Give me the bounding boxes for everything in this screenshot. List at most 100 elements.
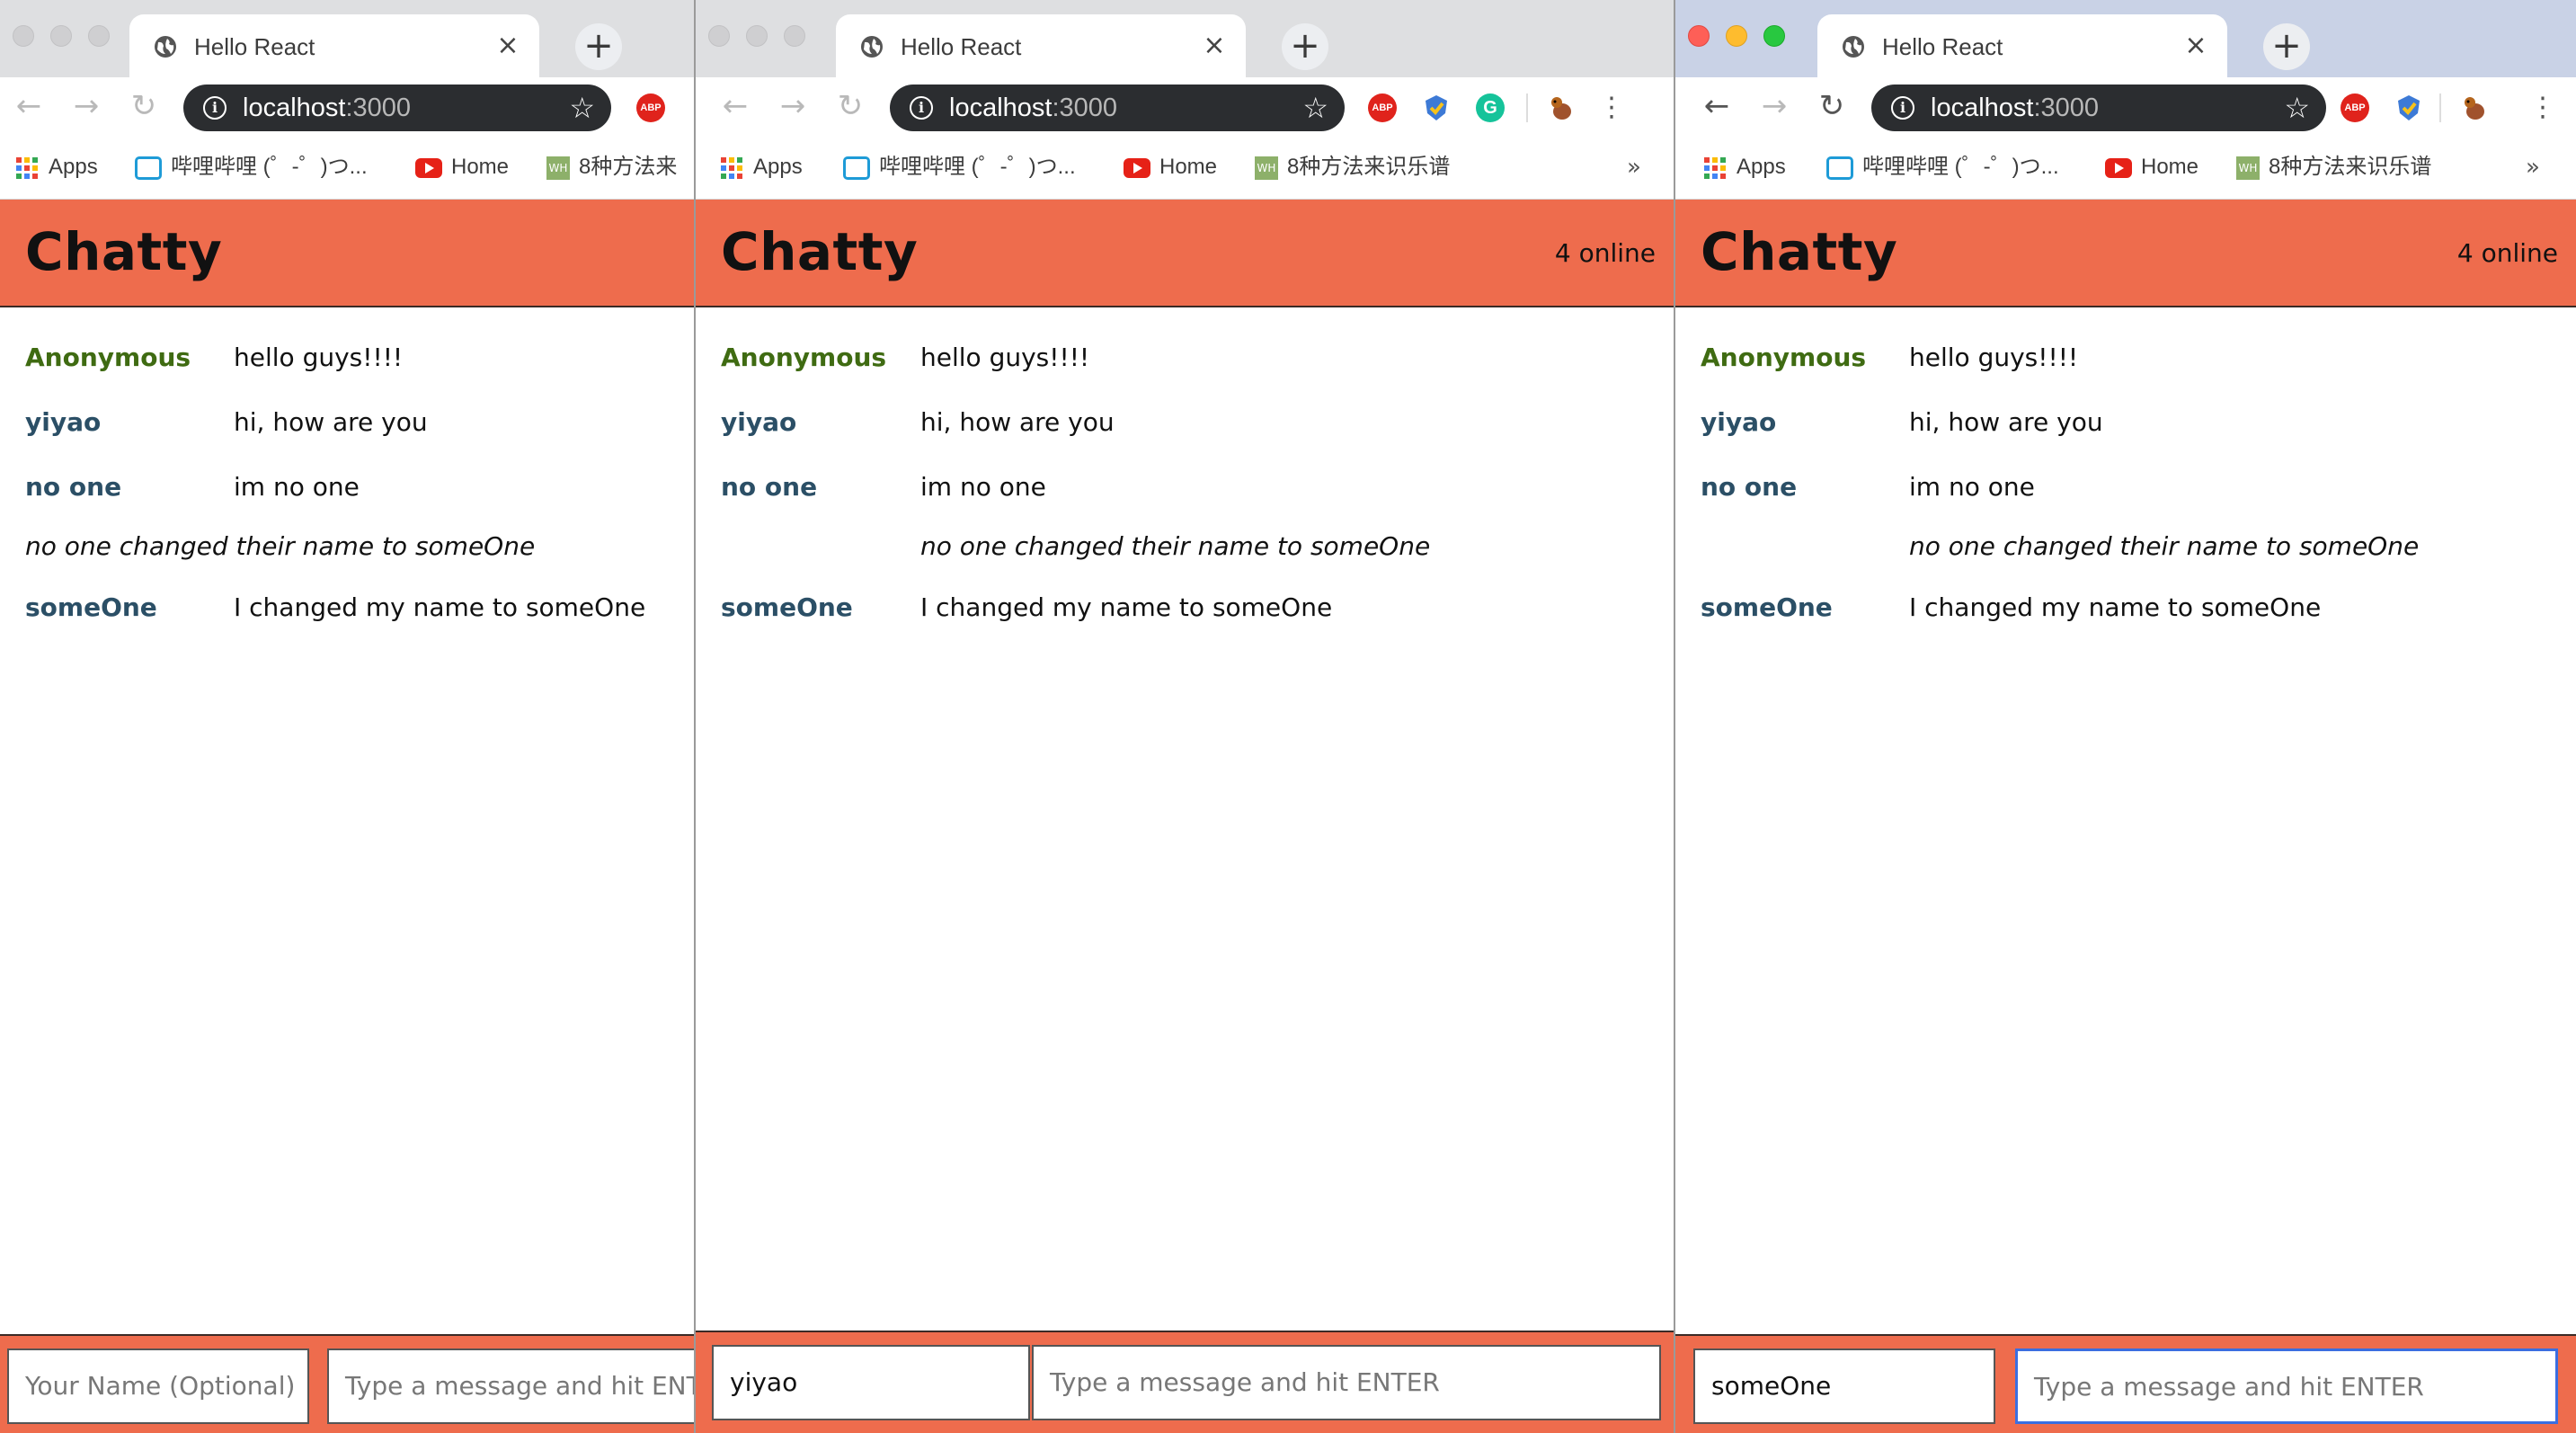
- bookmark-home[interactable]: Home: [1124, 149, 1217, 185]
- chevron-double-right-icon[interactable]: »: [1627, 149, 1641, 185]
- close-icon[interactable]: ×: [493, 31, 523, 61]
- star-icon[interactable]: ☆: [2284, 90, 2310, 126]
- bookmark-sheet-music[interactable]: WH 8种方法来: [546, 149, 677, 185]
- shield-check-icon[interactable]: [2394, 93, 2423, 122]
- back-arrow-icon[interactable]: ←: [9, 86, 49, 126]
- bookmark-home[interactable]: Home: [415, 149, 509, 185]
- address-bar[interactable]: i localhost:3000 ☆: [890, 85, 1345, 131]
- window-minimize-button[interactable]: [50, 25, 72, 47]
- window-controls: [708, 25, 805, 47]
- chevron-double-right-icon[interactable]: »: [2526, 149, 2540, 185]
- forward-arrow-icon[interactable]: →: [773, 86, 813, 126]
- window-minimize-button[interactable]: [1726, 25, 1747, 47]
- message: someOne I changed my name to someOne: [1675, 584, 2576, 649]
- browser-toolbar: ← → ↻ i localhost:3000 ☆ ABP G ⋮: [696, 77, 1674, 137]
- window-zoom-button[interactable]: [784, 25, 805, 47]
- window-zoom-button[interactable]: [1763, 25, 1785, 47]
- bookmark-apps[interactable]: Apps: [721, 149, 803, 185]
- window-zoom-button[interactable]: [88, 25, 110, 47]
- message-content: im no one: [234, 472, 360, 502]
- tab-strip: Hello React × +: [0, 0, 694, 77]
- tab-hello-react[interactable]: Hello React ×: [129, 14, 539, 77]
- bilibili-icon: [1826, 156, 1853, 180]
- bookmark-sheet-music[interactable]: WH 8种方法来识乐谱: [1255, 149, 1450, 185]
- shield-check-icon[interactable]: [1422, 93, 1451, 122]
- notification-content: no one changed their name to someOne: [25, 531, 536, 561]
- online-count: 4 online: [1554, 238, 1656, 268]
- reload-icon[interactable]: ↻: [1812, 86, 1852, 126]
- tab-hello-react[interactable]: Hello React ×: [836, 14, 1246, 77]
- kebab-menu-icon[interactable]: ⋮: [2529, 90, 2556, 126]
- username-input[interactable]: Your Name (Optional): [7, 1348, 309, 1424]
- app-navbar: Chatty: [0, 200, 694, 307]
- browser-window-3: Hello React × + ← → ↻ i localhost:3000 ☆…: [1675, 0, 2576, 1433]
- back-arrow-icon[interactable]: ←: [715, 86, 755, 126]
- kebab-menu-icon[interactable]: ⋮: [1598, 90, 1625, 126]
- message-username: yiyao: [1701, 407, 1777, 437]
- address-bar[interactable]: i localhost:3000 ☆: [1871, 85, 2326, 131]
- window-controls: [1688, 25, 1785, 47]
- message: someOne I changed my name to someOne: [696, 584, 1674, 649]
- squirrel-extension-icon[interactable]: [2459, 93, 2488, 122]
- bookmark-bilibili[interactable]: 哔哩哔哩 (゜-゜)つ...: [135, 149, 368, 185]
- bookmark-sheet-music[interactable]: WH 8种方法来识乐谱: [2236, 149, 2431, 185]
- star-icon[interactable]: ☆: [1302, 90, 1328, 126]
- grammarly-icon[interactable]: G: [1476, 93, 1505, 122]
- window-close-button[interactable]: [1688, 25, 1710, 47]
- reload-icon[interactable]: ↻: [124, 86, 164, 126]
- wikihow-icon: WH: [2236, 156, 2260, 180]
- reload-icon[interactable]: ↻: [831, 86, 870, 126]
- message-username: Anonymous: [25, 343, 191, 372]
- message-username: no one: [721, 472, 818, 502]
- bookmarks-bar: Apps 哔哩哔哩 (゜-゜)つ... Home WH 8种方法来识乐谱 »: [1675, 137, 2576, 200]
- info-icon[interactable]: i: [1891, 96, 1914, 120]
- tab-hello-react[interactable]: Hello React ×: [1817, 14, 2227, 77]
- message-username: Anonymous: [1701, 343, 1867, 372]
- bookmark-bilibili[interactable]: 哔哩哔哩 (゜-゜)つ...: [1826, 149, 2059, 185]
- bookmark-bilibili[interactable]: 哔哩哔哩 (゜-゜)つ...: [843, 149, 1076, 185]
- message-input[interactable]: Type a message and hit ENTER: [2015, 1348, 2558, 1424]
- username-input[interactable]: someOne: [1693, 1348, 1995, 1424]
- close-icon[interactable]: ×: [2181, 31, 2211, 61]
- app-navbar: Chatty 4 online: [1675, 200, 2576, 307]
- bilibili-icon: [135, 156, 162, 180]
- info-icon[interactable]: i: [203, 96, 227, 120]
- message-content: im no one: [1909, 472, 2035, 502]
- brand-title: Chatty: [721, 221, 919, 282]
- plus-icon[interactable]: +: [575, 23, 622, 70]
- message-content: I changed my name to someOne: [1909, 592, 2322, 622]
- window-close-button[interactable]: [708, 25, 730, 47]
- notification-content: no one changed their name to someOne: [920, 531, 1431, 561]
- squirrel-extension-icon[interactable]: [1546, 93, 1575, 122]
- youtube-icon: [1124, 157, 1150, 178]
- chatty-app: Chatty Anonymous hello guys!!!! yiyao hi…: [0, 200, 694, 1433]
- adblock-plus-icon[interactable]: ABP: [2341, 93, 2369, 122]
- bookmark-home[interactable]: Home: [2105, 149, 2198, 185]
- url-text: localhost:3000: [949, 93, 1118, 122]
- username-input[interactable]: yiyao: [712, 1345, 1030, 1420]
- message-input[interactable]: Type a message and hit ENTER: [327, 1348, 694, 1424]
- adblock-plus-icon[interactable]: ABP: [1368, 93, 1397, 122]
- window-close-button[interactable]: [13, 25, 34, 47]
- forward-arrow-icon[interactable]: →: [1754, 86, 1794, 126]
- star-icon[interactable]: ☆: [569, 90, 595, 126]
- message-username: no one: [25, 472, 122, 502]
- window-minimize-button[interactable]: [746, 25, 768, 47]
- address-bar[interactable]: i localhost:3000 ☆: [183, 85, 611, 131]
- tab-title: Hello React: [1882, 33, 2003, 60]
- app-navbar: Chatty 4 online: [696, 200, 1674, 307]
- bookmark-apps[interactable]: Apps: [16, 149, 98, 185]
- adblock-plus-icon[interactable]: ABP: [636, 93, 665, 122]
- message-username: someOne: [721, 592, 853, 622]
- info-icon[interactable]: i: [910, 96, 933, 120]
- bookmark-apps[interactable]: Apps: [1704, 149, 1786, 185]
- message-input[interactable]: Type a message and hit ENTER: [1032, 1345, 1661, 1420]
- close-icon[interactable]: ×: [1199, 31, 1230, 61]
- plus-icon[interactable]: +: [2263, 23, 2310, 70]
- message-list: Anonymous hello guys!!!! yiyao hi, how a…: [696, 334, 1674, 649]
- forward-arrow-icon[interactable]: →: [67, 86, 106, 126]
- back-arrow-icon[interactable]: ←: [1697, 86, 1737, 126]
- plus-icon[interactable]: +: [1282, 23, 1328, 70]
- message-username: yiyao: [721, 407, 797, 437]
- toolbar-separator: [2439, 93, 2441, 122]
